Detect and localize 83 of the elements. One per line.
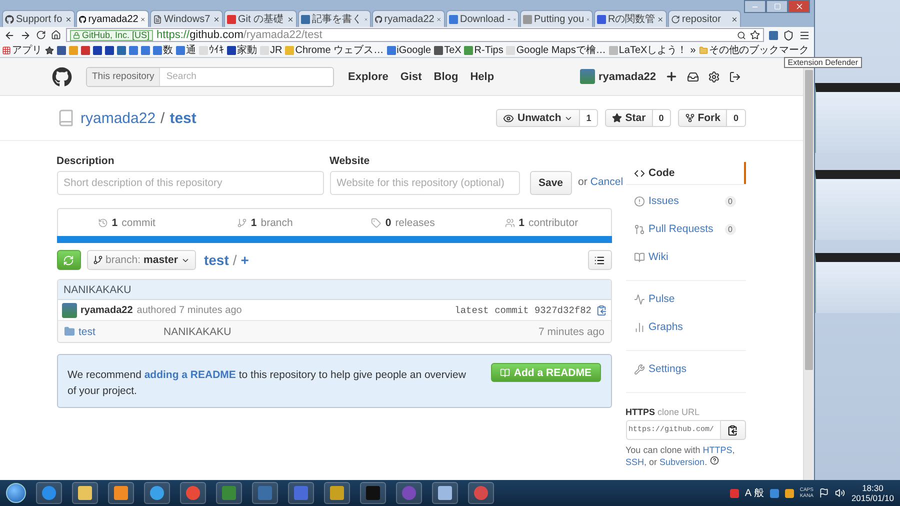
star-button[interactable]: Star (605, 109, 653, 127)
nav-link[interactable]: Gist (400, 70, 422, 82)
bookmark-link[interactable]: R-Tips (464, 44, 504, 56)
bookmark-link[interactable]: Chrome ウェブス… (285, 43, 384, 57)
watch-button[interactable]: Unwatch (496, 109, 580, 127)
sidebar-item[interactable]: Pull Requests 0 (626, 218, 746, 240)
url-text: https://github.com/ryamada22/test (156, 29, 322, 41)
clone-method-link[interactable]: SSH (626, 457, 644, 467)
browser-tab[interactable]: Putting you (520, 10, 593, 27)
or-text: or (578, 176, 588, 188)
username-link[interactable]: ryamada22 (598, 70, 656, 82)
clone-label: HTTPS clone URL (626, 407, 701, 417)
stat-link[interactable]: 1 contributor (472, 209, 610, 236)
website-field[interactable]: Website for this repository (optional) (330, 171, 520, 195)
commit-meta-text: authored 7 minutes ago (136, 304, 242, 316)
fork-button[interactable]: Fork (678, 109, 728, 127)
commit-message: NANIKAKAKU (164, 326, 232, 338)
path-separator: / (160, 110, 165, 126)
stat-link[interactable]: 1 branch (196, 209, 334, 236)
field-label: Website (330, 155, 371, 167)
author-link[interactable]: ryamada22 (80, 304, 133, 316)
count-badge: 0 (725, 196, 736, 206)
age-text: 7 minutes ago (538, 326, 604, 338)
browser-tab[interactable]: ryamada22 (372, 10, 445, 27)
sidebar-item[interactable]: Pulse (626, 288, 746, 310)
more-bookmarks-link[interactable]: » (690, 44, 696, 56)
count-link[interactable]: 0 (727, 109, 746, 127)
cancel-link[interactable]: Cancel (590, 176, 624, 188)
count-link[interactable]: 1 (580, 109, 598, 127)
bookmark-link[interactable]: アプリ (2, 43, 42, 57)
path-separator: / (232, 252, 237, 268)
bookmark-link[interactable]: TeX (434, 44, 462, 56)
bookmark-folder-link[interactable]: その他のブックマーク (698, 43, 809, 57)
browser-tab[interactable]: Rの関数管 (594, 10, 667, 27)
bookmark-link[interactable]: ｳｲｷ (199, 44, 224, 56)
clone-method-link[interactable]: Subversion (660, 457, 705, 467)
browser-tab[interactable]: 記事を書く (298, 10, 371, 27)
repository-link[interactable]: test (170, 110, 196, 126)
bookmark-link[interactable]: JR (260, 44, 282, 56)
browser-tab[interactable]: ryamada22 (76, 10, 149, 27)
browser-tab[interactable]: Git の基礎 (224, 10, 297, 27)
stat-link[interactable]: 0 releases (334, 209, 472, 236)
bookmark-link[interactable]: 家動 (227, 43, 257, 57)
sidebar-item[interactable]: Issues 0 (626, 190, 746, 212)
branch-button[interactable]: branch: master (86, 250, 196, 270)
bookmark-link[interactable]: 通 (176, 43, 196, 57)
count-badge: 0 (725, 224, 736, 234)
stat-link[interactable]: 1 commit (58, 209, 196, 236)
browser-tab[interactable]: Windows7 (150, 10, 223, 27)
ime-indicator[interactable]: A 般 (744, 486, 764, 500)
search-field[interactable]: This repository Search (86, 66, 334, 86)
latest-commit-text: latest commit 9327d32f82 (454, 304, 592, 316)
search-scope-label: This repository (87, 68, 160, 86)
file-link[interactable]: test (78, 326, 164, 338)
bookmark-link[interactable]: Google Mapsで檜… (506, 43, 606, 57)
sidebar-item[interactable]: Wiki (626, 246, 746, 268)
security-badge: GitHub, Inc. [US] (70, 30, 153, 40)
browser-tab[interactable]: Support fo (2, 10, 75, 27)
clock[interactable]: 18:30 2015/01/10 (851, 483, 894, 503)
bookmark-link[interactable]: LaTeXしよう！ (608, 43, 688, 57)
count-link[interactable]: 0 (652, 109, 671, 127)
clone-help-text: You can clone with HTTPS, SSH, or Subversion. (626, 444, 736, 468)
notice-text: We recommend adding a README to this repository to help give people an overview of your project. (68, 368, 467, 399)
nav-link[interactable]: Explore (348, 70, 388, 82)
bookmark-link[interactable]: 数 (153, 43, 173, 57)
field-label: Description (56, 155, 116, 167)
owner-link[interactable]: ryamada22 (80, 110, 156, 126)
add-file-link[interactable]: + (240, 252, 249, 268)
nav-link[interactable]: Help (470, 70, 494, 82)
nav-link[interactable]: Blog (434, 70, 458, 82)
readme-link[interactable]: adding a README (144, 369, 236, 381)
browser-tab[interactable]: repositor (668, 10, 741, 27)
clone-method-link[interactable]: HTTPS (702, 445, 732, 455)
commit-message: NANIKAKAKU (58, 280, 610, 300)
sidebar-item[interactable]: Settings (626, 358, 746, 380)
description-field[interactable]: Short description of this repository (56, 171, 324, 195)
save-button[interactable]: Save (530, 171, 572, 195)
sidebar-item[interactable]: Graphs (626, 316, 746, 338)
address-bar[interactable]: GitHub, Inc. [US] https://github.com/ryamada22/test (66, 28, 764, 42)
tooltip: Extension Defender (784, 57, 862, 68)
bookmark-link[interactable]: iGoogle (386, 44, 432, 56)
browser-tab[interactable]: Download - (446, 10, 519, 27)
path-link[interactable]: test (204, 252, 229, 268)
